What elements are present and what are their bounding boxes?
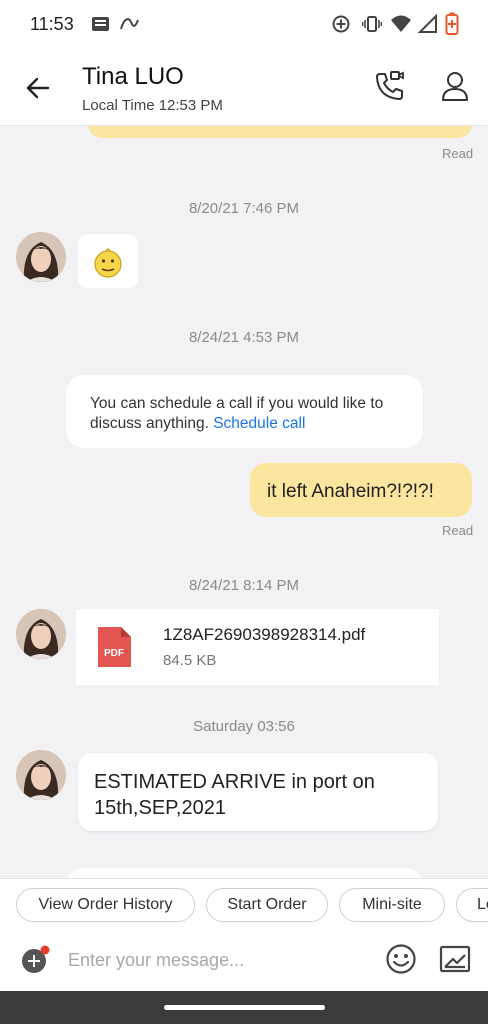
signal-icon	[417, 13, 438, 39]
message-timestamp: 8/20/21 7:46 PM	[188, 200, 300, 217]
message-timestamp: 8/24/21 8:14 PM	[188, 577, 300, 594]
system-nav-bar	[0, 991, 488, 1024]
avatar-photo	[16, 750, 66, 800]
read-receipt: Read	[442, 146, 474, 161]
message-timestamp: Saturday 03:56	[193, 718, 295, 735]
status-bar: 11:53	[0, 0, 488, 50]
message-list[interactable]: Read 8/20/21 7:46 PM 8/24/21 4:53 PM You…	[0, 126, 488, 878]
contact-avatar[interactable]	[16, 750, 66, 800]
more-chip[interactable]: Le	[456, 888, 488, 922]
pdf-file-icon: PDF	[95, 625, 133, 669]
contact-name: Tina LUO	[82, 63, 184, 90]
outgoing-message[interactable]: it left Anaheim?!?!?!	[250, 463, 472, 517]
image-icon	[439, 945, 471, 973]
read-receipt: Read	[442, 523, 474, 538]
schedule-call-link[interactable]: Schedule call	[213, 415, 305, 432]
notification-dot	[40, 945, 50, 955]
smiley-emoji-icon	[94, 248, 122, 278]
contact-avatar[interactable]	[16, 609, 66, 659]
app-notification-icon	[118, 14, 140, 39]
data-saver-icon	[331, 14, 351, 39]
add-attachment-button[interactable]	[20, 945, 50, 975]
start-order-chip[interactable]: Start Order	[206, 888, 328, 922]
status-time: 11:53	[30, 14, 74, 34]
emoji-button[interactable]	[384, 942, 418, 976]
contact-avatar[interactable]	[16, 232, 66, 282]
file-name: 1Z8AF2690398928314.pdf	[163, 625, 366, 644]
plus-circle-icon	[22, 945, 50, 973]
incoming-emoji-message[interactable]	[78, 234, 138, 288]
schedule-call-prompt: You can schedule a call if you would lik…	[66, 375, 423, 448]
pdf-icon-label: PDF	[104, 648, 124, 659]
media-button[interactable]	[438, 942, 472, 976]
video-call-button[interactable]	[372, 68, 408, 104]
wifi-icon	[390, 14, 412, 39]
composer-area: View Order History Start Order Mini-site…	[0, 878, 488, 991]
home-gesture-handle[interactable]	[164, 1005, 325, 1010]
view-order-history-chip[interactable]: View Order History	[16, 888, 195, 922]
profile-button[interactable]	[437, 68, 473, 104]
avatar-photo	[16, 609, 66, 659]
emoji-icon	[386, 944, 416, 974]
vibrate-icon	[361, 14, 383, 39]
mini-site-chip[interactable]: Mini-site	[339, 888, 445, 922]
previous-outgoing-bubble	[88, 126, 472, 138]
contact-local-time: Local Time 12:53 PM	[82, 97, 223, 114]
file-attachment-message[interactable]: PDF 1Z8AF2690398928314.pdf 84.5 KB	[76, 609, 439, 685]
battery-low-icon	[445, 12, 459, 41]
video-call-icon	[376, 71, 404, 100]
incoming-text-message[interactable]: ESTIMATED ARRIVE in port on 15th,SEP,202…	[78, 753, 438, 831]
chat-header: Tina LUO Local Time 12:53 PM	[0, 50, 488, 126]
avatar-photo	[16, 232, 66, 282]
message-timestamp: 8/24/21 4:53 PM	[188, 329, 300, 346]
notification-icon	[91, 14, 111, 39]
profile-icon	[442, 72, 468, 101]
back-button[interactable]	[20, 72, 56, 104]
back-arrow-icon	[26, 77, 50, 99]
file-size: 84.5 KB	[163, 652, 217, 669]
message-input[interactable]	[68, 941, 368, 979]
partial-message-card	[66, 868, 423, 878]
